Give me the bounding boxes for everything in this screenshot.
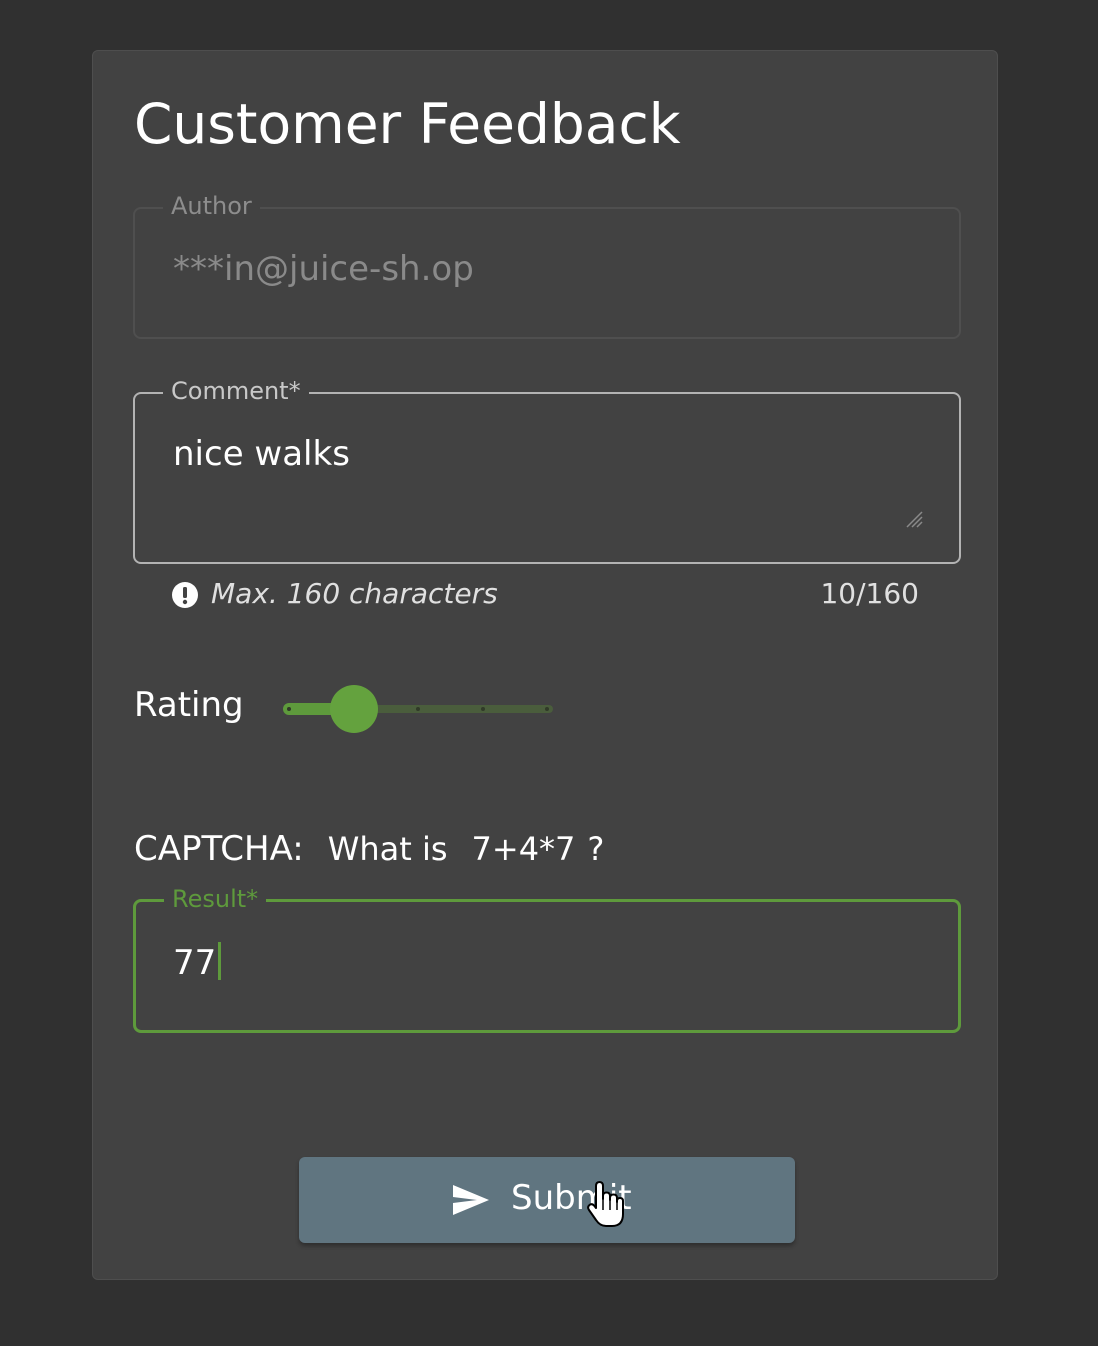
captcha-label: CAPTCHA: [134, 829, 304, 869]
result-label: Result* [164, 884, 267, 914]
comment-value: nice walks [173, 434, 350, 474]
text-caret [218, 942, 222, 980]
comment-textarea[interactable]: Comment* nice walks [133, 376, 961, 564]
send-icon [453, 1185, 489, 1215]
feedback-card: Customer Feedback Author ***in@juice-sh.… [92, 50, 998, 1280]
slider-tick [480, 707, 485, 711]
slider-thumb[interactable] [329, 685, 378, 733]
author-value: ***in@juice-sh.op [173, 249, 474, 289]
slider-tick [287, 707, 291, 711]
author-field: Author ***in@juice-sh.op [133, 191, 961, 339]
submit-button[interactable]: Submit [299, 1157, 795, 1243]
slider-tick [416, 707, 420, 711]
error-icon [172, 582, 198, 608]
captcha-result-input[interactable]: Result* 77 [133, 884, 961, 1033]
captcha-question: What is [327, 830, 448, 868]
hand-pointer-icon [587, 1181, 624, 1227]
result-value: 77 [173, 943, 217, 983]
slider-tick [545, 707, 549, 711]
result-value-wrap: 77 [173, 942, 222, 983]
captcha-row: CAPTCHA: What is 7+4*7? [134, 829, 604, 873]
comment-label: Comment* [163, 376, 309, 406]
page-title: Customer Feedback [134, 92, 681, 156]
rating-label: Rating [134, 685, 244, 725]
rating-slider[interactable] [283, 681, 553, 737]
comment-hint-row: Max. 160 characters 10/160 [171, 577, 919, 611]
captcha-expression: 7+4*7 [471, 830, 576, 868]
resize-handle-icon[interactable] [901, 506, 923, 528]
author-label: Author [163, 191, 260, 221]
captcha-question-mark: ? [587, 830, 605, 868]
character-counter: 10/160 [820, 577, 919, 610]
comment-hint: Max. 160 characters [211, 577, 498, 610]
